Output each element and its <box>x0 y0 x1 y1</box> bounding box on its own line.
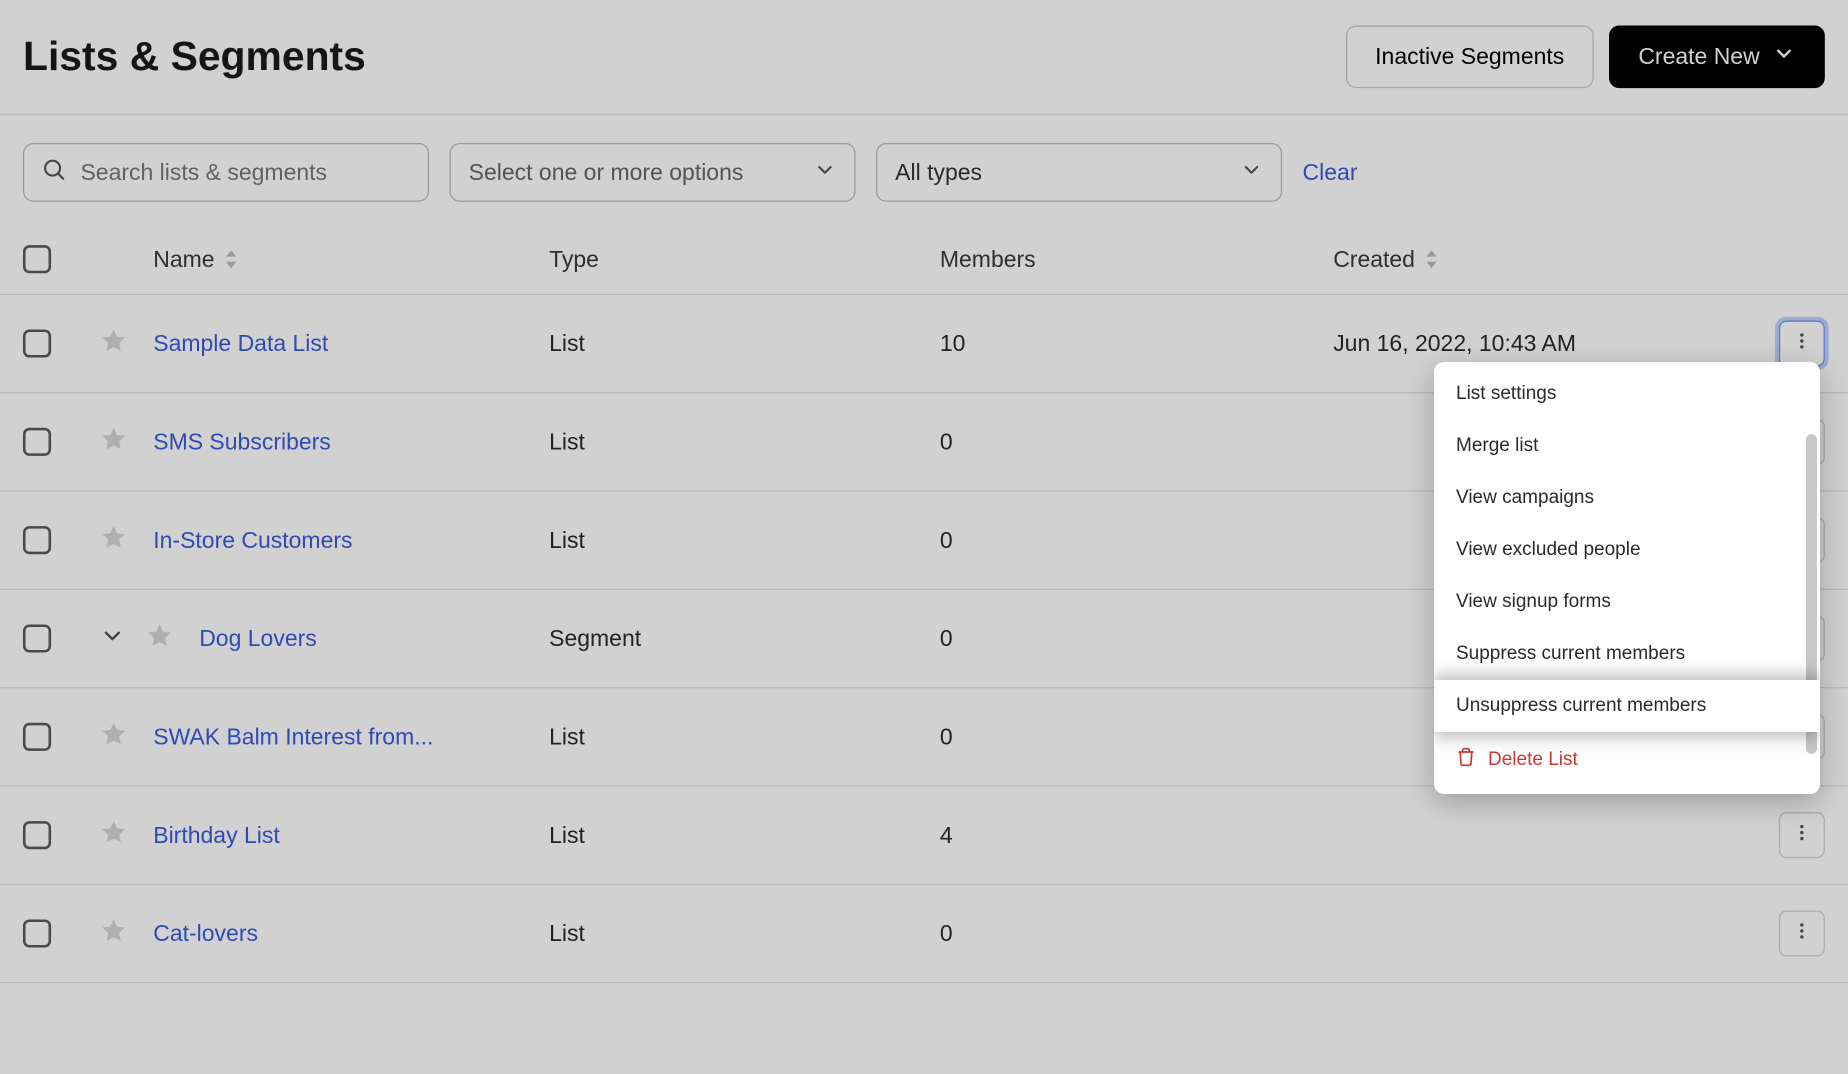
column-members-header: Members <box>940 246 1333 273</box>
row-actions-button[interactable] <box>1779 812 1825 858</box>
row-checkbox[interactable] <box>23 329 51 357</box>
list-members: 0 <box>940 428 1333 455</box>
create-new-button[interactable]: Create New <box>1609 26 1825 89</box>
star-icon[interactable] <box>100 826 128 852</box>
list-name-link[interactable]: In-Store Customers <box>153 527 352 554</box>
dropdown-item[interactable]: View excluded people <box>1434 524 1820 576</box>
list-type: List <box>549 330 940 357</box>
types-placeholder: All types <box>895 159 982 186</box>
list-members: 0 <box>940 527 1333 554</box>
row-checkbox[interactable] <box>23 919 51 947</box>
list-name-link[interactable]: SMS Subscribers <box>153 428 331 455</box>
column-name-label: Name <box>153 246 214 273</box>
column-type-header: Type <box>549 246 940 273</box>
dropdown-item[interactable]: Merge list <box>1434 420 1820 472</box>
list-type: List <box>549 822 940 849</box>
row-checkbox[interactable] <box>23 428 51 456</box>
star-icon[interactable] <box>100 432 128 458</box>
dropdown-item[interactable]: View signup forms <box>1434 576 1820 628</box>
list-name-link[interactable]: Dog Lovers <box>199 625 317 652</box>
dropdown-item-label: Suppress current members <box>1456 643 1685 665</box>
dropdown-item[interactable]: View campaigns <box>1434 472 1820 524</box>
list-type: List <box>549 527 940 554</box>
clear-filters-link[interactable]: Clear <box>1303 159 1358 186</box>
sort-icon <box>225 250 238 268</box>
select-all-checkbox[interactable] <box>23 245 51 273</box>
chevron-down-icon <box>1240 158 1263 187</box>
list-name-link[interactable]: SWAK Balm Interest from... <box>153 723 433 750</box>
row-actions-button[interactable] <box>1779 911 1825 957</box>
row-checkbox[interactable] <box>23 624 51 652</box>
list-members: 4 <box>940 822 1333 849</box>
dropdown-item-label: List settings <box>1456 383 1556 405</box>
list-type: List <box>549 920 940 947</box>
row-actions-dropdown: List settings Merge list View campaigns Vie… <box>1434 362 1820 794</box>
list-type: Segment <box>549 625 940 652</box>
chevron-down-icon <box>813 158 836 187</box>
table-row: Cat-lovers List0 <box>0 885 1848 983</box>
dropdown-item-label: Unsuppress current members <box>1456 695 1706 717</box>
row-actions-button[interactable] <box>1779 321 1825 367</box>
search-icon <box>41 156 67 188</box>
list-members: 0 <box>940 723 1333 750</box>
dropdown-item[interactable]: Delete List <box>1434 732 1820 788</box>
list-type: List <box>549 723 940 750</box>
list-name-link[interactable]: Cat-lovers <box>153 920 258 947</box>
dropdown-item[interactable]: List settings <box>1434 368 1820 420</box>
dropdown-item-label: View campaigns <box>1456 487 1594 509</box>
star-icon[interactable] <box>100 334 128 360</box>
expand-chevron-icon[interactable] <box>100 628 126 654</box>
list-members: 0 <box>940 625 1333 652</box>
column-created-header[interactable]: Created <box>1333 246 1748 273</box>
row-checkbox[interactable] <box>23 723 51 751</box>
dropdown-item[interactable]: Unsuppress current members <box>1434 680 1820 732</box>
list-type: List <box>549 428 940 455</box>
tags-placeholder: Select one or more options <box>469 159 744 186</box>
list-members: 10 <box>940 330 1333 357</box>
row-checkbox[interactable] <box>23 526 51 554</box>
column-name-header[interactable]: Name <box>153 246 549 273</box>
page-title: Lists & Segments <box>23 33 366 80</box>
dropdown-item-label: Delete List <box>1488 749 1578 771</box>
list-members: 0 <box>940 920 1333 947</box>
search-input[interactable] <box>23 143 429 202</box>
row-checkbox[interactable] <box>23 821 51 849</box>
trash-icon <box>1456 747 1476 773</box>
types-select[interactable]: All types <box>876 143 1282 202</box>
dropdown-item[interactable]: Suppress current members <box>1434 628 1820 680</box>
dropdown-item-label: View signup forms <box>1456 591 1611 613</box>
more-vertical-icon <box>1792 920 1812 947</box>
star-icon[interactable] <box>100 924 128 950</box>
list-created: Jun 16, 2022, 10:43 AM <box>1333 330 1748 357</box>
column-created-label: Created <box>1333 246 1415 273</box>
inactive-segments-button[interactable]: Inactive Segments <box>1346 26 1594 89</box>
star-icon[interactable] <box>146 629 174 655</box>
more-vertical-icon <box>1792 330 1812 357</box>
dropdown-item-label: View excluded people <box>1456 539 1641 561</box>
list-name-link[interactable]: Sample Data List <box>153 330 328 357</box>
list-name-link[interactable]: Birthday List <box>153 822 279 849</box>
create-new-label: Create New <box>1638 43 1759 70</box>
sort-icon <box>1425 250 1438 268</box>
chevron-down-icon <box>1772 42 1795 71</box>
tags-select[interactable]: Select one or more options <box>450 143 856 202</box>
dropdown-item-label: Merge list <box>1456 435 1538 457</box>
star-icon[interactable] <box>100 531 128 557</box>
star-icon[interactable] <box>100 727 128 753</box>
table-row: Birthday List List4 <box>0 787 1848 885</box>
table-header: Name Type Members Created <box>0 225 1848 295</box>
more-vertical-icon <box>1792 822 1812 849</box>
